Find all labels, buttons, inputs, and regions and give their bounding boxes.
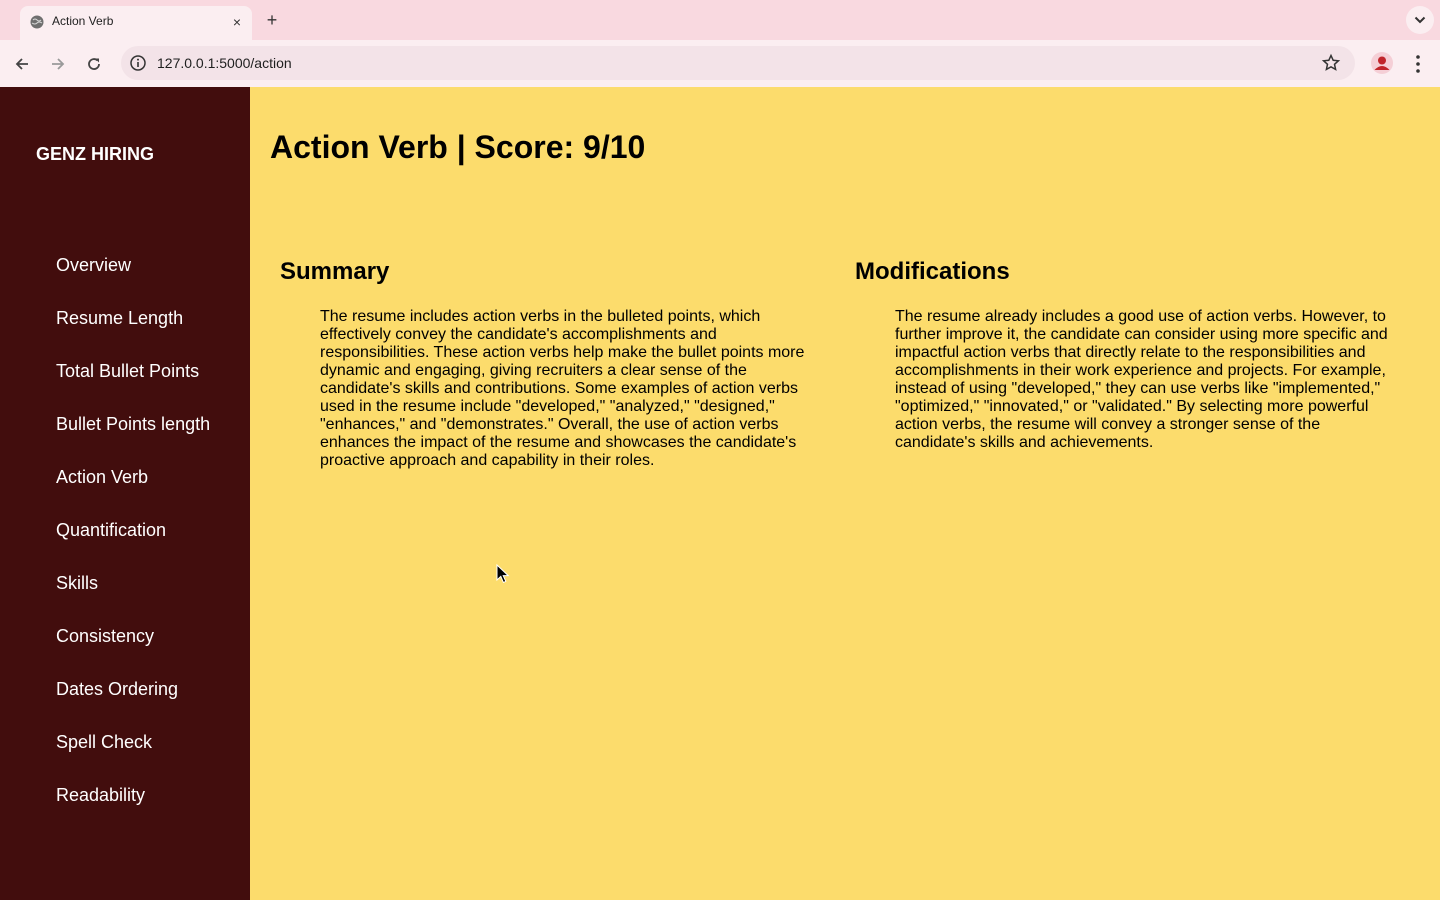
browser-toolbar: 127.0.0.1:5000/action [0, 40, 1440, 87]
arrow-left-icon [15, 58, 28, 70]
sidebar-item-resume-length[interactable]: Resume Length [56, 308, 210, 361]
sidebar-item-bullet-points-length[interactable]: Bullet Points length [56, 414, 210, 467]
sidebar-item-skills[interactable]: Skills [56, 573, 210, 626]
new-tab-button[interactable]: + [262, 10, 282, 30]
page-title: Action Verb | Score: 9/10 [270, 129, 646, 165]
profile-avatar-icon[interactable] [1370, 51, 1394, 75]
brand-logo-text: GENZ HIRING [36, 144, 155, 164]
sidebar-item-consistency[interactable]: Consistency [56, 626, 210, 679]
sidebar-item-quantification[interactable]: Quantification [56, 520, 210, 573]
sidebar-item-total-bullet-points[interactable]: Total Bullet Points [56, 361, 210, 414]
mouse-cursor-icon [496, 564, 510, 584]
sidebar-item-readability[interactable]: Readability [56, 785, 210, 838]
summary-heading: Summary [280, 258, 390, 285]
reload-icon [88, 58, 100, 70]
sidebar-item-dates-ordering[interactable]: Dates Ordering [56, 679, 210, 732]
tab-search-button[interactable] [1406, 6, 1434, 34]
sidebar-item-action-verb[interactable]: Action Verb [56, 467, 210, 520]
site-info-icon[interactable] [129, 54, 147, 72]
address-bar[interactable]: 127.0.0.1:5000/action [121, 46, 1355, 80]
modifications-heading: Modifications [855, 258, 1010, 285]
arrow-right-icon [52, 58, 65, 70]
sidebar: GENZ HIRING Overview Resume Length Total… [0, 87, 250, 900]
sidebar-item-overview[interactable]: Overview [56, 255, 210, 308]
bookmark-star-icon[interactable] [1321, 53, 1341, 73]
more-menu-icon[interactable] [1408, 52, 1428, 76]
modifications-text: The resume already includes a good use o… [895, 308, 1388, 451]
summary-text: The resume includes action verbs in the … [320, 308, 805, 469]
sidebar-item-spell-check[interactable]: Spell Check [56, 732, 210, 785]
browser-tab-bar: Action Verb × + [0, 0, 1440, 40]
url-text[interactable]: 127.0.0.1:5000/action [157, 55, 292, 71]
tab-title: Action Verb [52, 14, 114, 28]
browser-tab-active[interactable]: Action Verb × [20, 6, 252, 40]
tab-close-icon[interactable]: × [228, 13, 246, 31]
globe-icon [30, 15, 44, 29]
chevron-down-icon [1414, 16, 1426, 24]
forward-button[interactable] [44, 50, 72, 78]
summary-section: Summary The resume includes action verbs… [280, 258, 820, 470]
reload-button[interactable] [80, 50, 108, 78]
main-content: Action Verb | Score: 9/10 Summary The re… [250, 87, 1440, 900]
sidebar-nav: Overview Resume Length Total Bullet Poin… [56, 255, 210, 838]
back-button[interactable] [8, 50, 36, 78]
modifications-section: Modifications The resume already include… [855, 258, 1400, 452]
